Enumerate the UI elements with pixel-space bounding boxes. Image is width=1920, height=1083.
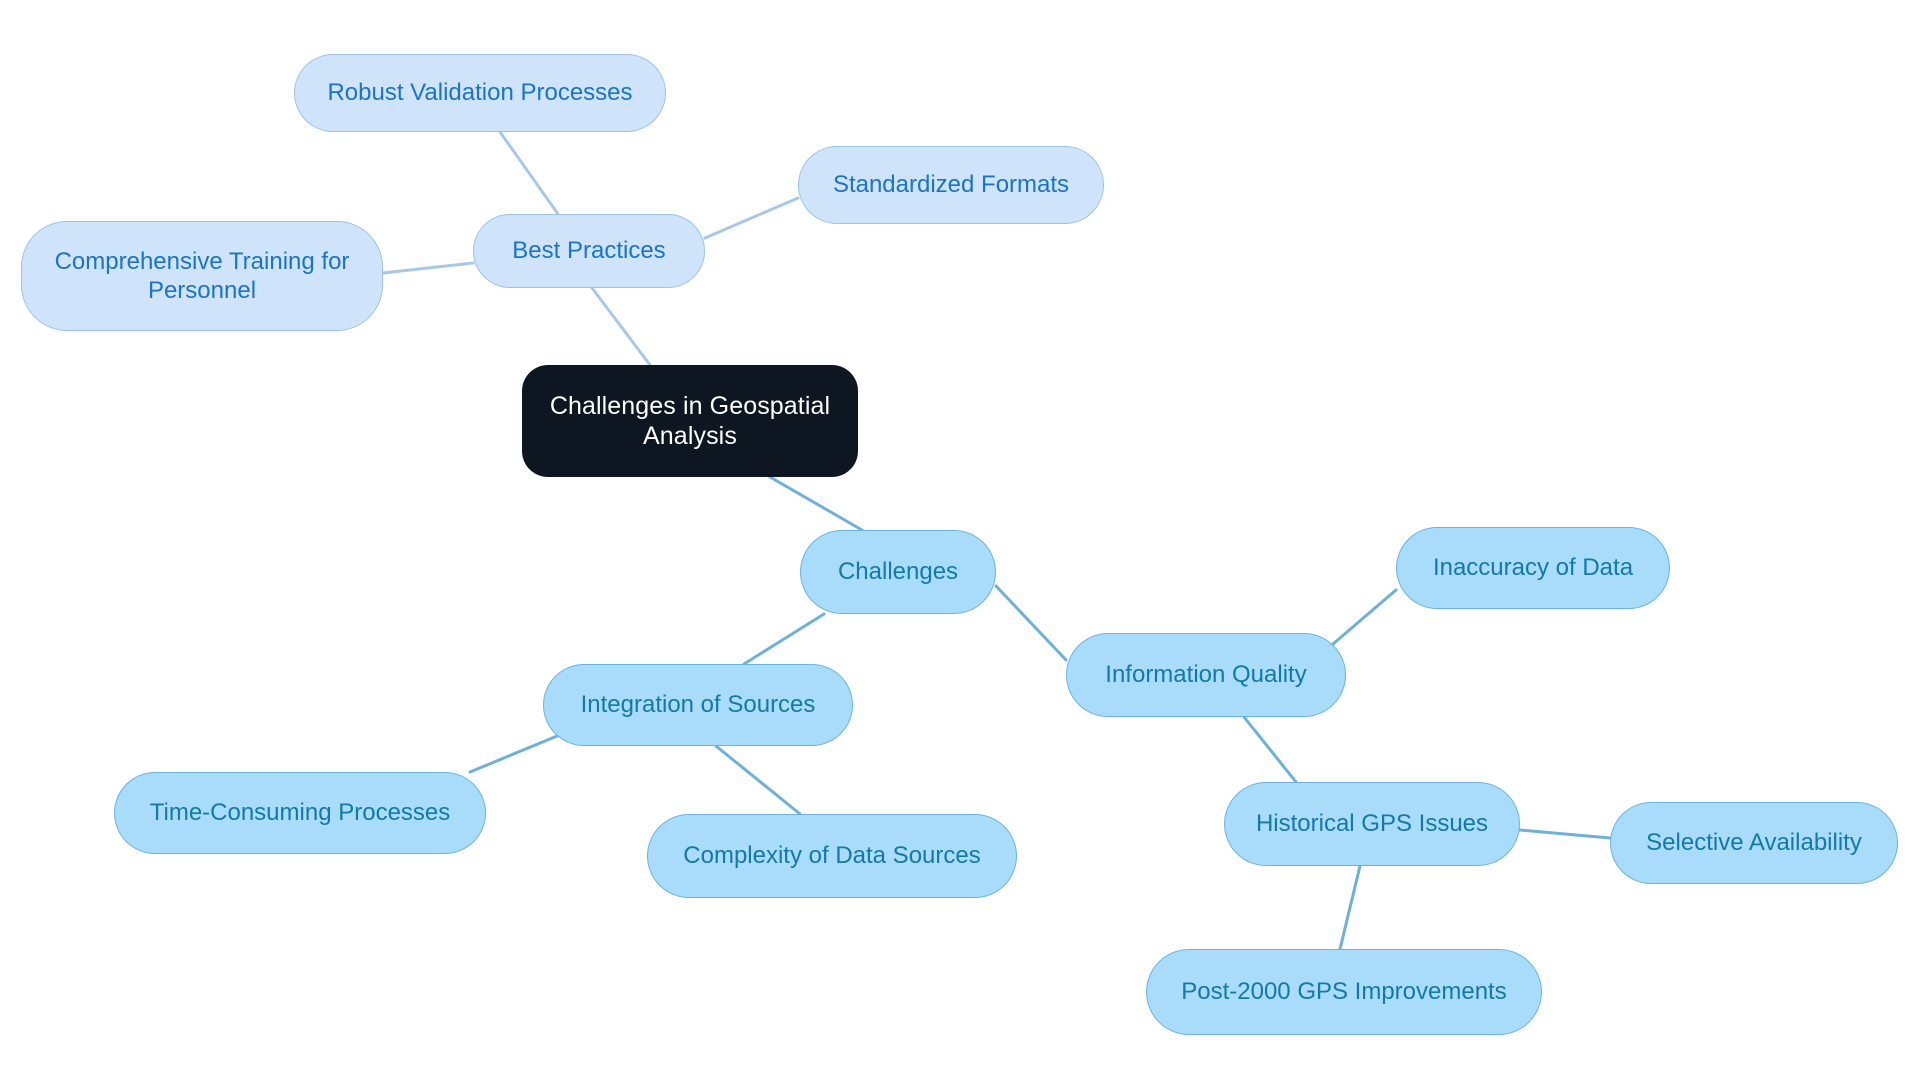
node-standardized-formats[interactable]: Standardized Formats bbox=[798, 146, 1104, 224]
connector-integration-of-sources-to-time-consuming-processes bbox=[468, 732, 564, 774]
connector-historical-gps-issues-to-selective-availability bbox=[1518, 828, 1612, 840]
connector-information-quality-to-historical-gps-issues bbox=[1242, 715, 1298, 784]
connector-root-to-challenges bbox=[768, 475, 864, 532]
node-post-2000-gps-improvements[interactable]: Post-2000 GPS Improvements bbox=[1146, 949, 1542, 1035]
mindmap-canvas: Challenges in Geospatial Analysis Best Pr… bbox=[0, 0, 1920, 1083]
connector-best-practices-to-comprehensive-training-for-personnel bbox=[381, 261, 475, 275]
connector-challenges-to-integration-of-sources bbox=[742, 612, 826, 666]
connector-historical-gps-issues-to-post-2000-gps-improvements bbox=[1338, 864, 1362, 951]
node-best-practices[interactable]: Best Practices bbox=[473, 214, 705, 288]
node-robust-validation-processes[interactable]: Robust Validation Processes bbox=[294, 54, 666, 132]
node-integration-of-sources[interactable]: Integration of Sources bbox=[543, 664, 853, 746]
node-root[interactable]: Challenges in Geospatial Analysis bbox=[522, 365, 858, 477]
node-inaccuracy-of-data[interactable]: Inaccuracy of Data bbox=[1396, 527, 1670, 609]
node-historical-gps-issues[interactable]: Historical GPS Issues bbox=[1224, 782, 1520, 866]
node-challenges[interactable]: Challenges bbox=[800, 530, 996, 614]
connector-best-practices-to-standardized-formats bbox=[703, 196, 800, 240]
connector-best-practices-to-robust-validation-processes bbox=[498, 130, 560, 216]
node-information-quality[interactable]: Information Quality bbox=[1066, 633, 1346, 717]
node-complexity-of-data-sources[interactable]: Complexity of Data Sources bbox=[647, 814, 1017, 898]
connector-challenges-to-information-quality bbox=[994, 584, 1068, 662]
connector-integration-of-sources-to-complexity-of-data-sources bbox=[714, 744, 802, 816]
connector-root-to-best-practices bbox=[590, 286, 652, 367]
node-selective-availability[interactable]: Selective Availability bbox=[1610, 802, 1898, 884]
node-time-consuming-processes[interactable]: Time-Consuming Processes bbox=[114, 772, 486, 854]
node-comprehensive-training-for-personnel[interactable]: Comprehensive Training for Personnel bbox=[21, 221, 383, 331]
connector-information-quality-to-inaccuracy-of-data bbox=[1324, 588, 1398, 652]
